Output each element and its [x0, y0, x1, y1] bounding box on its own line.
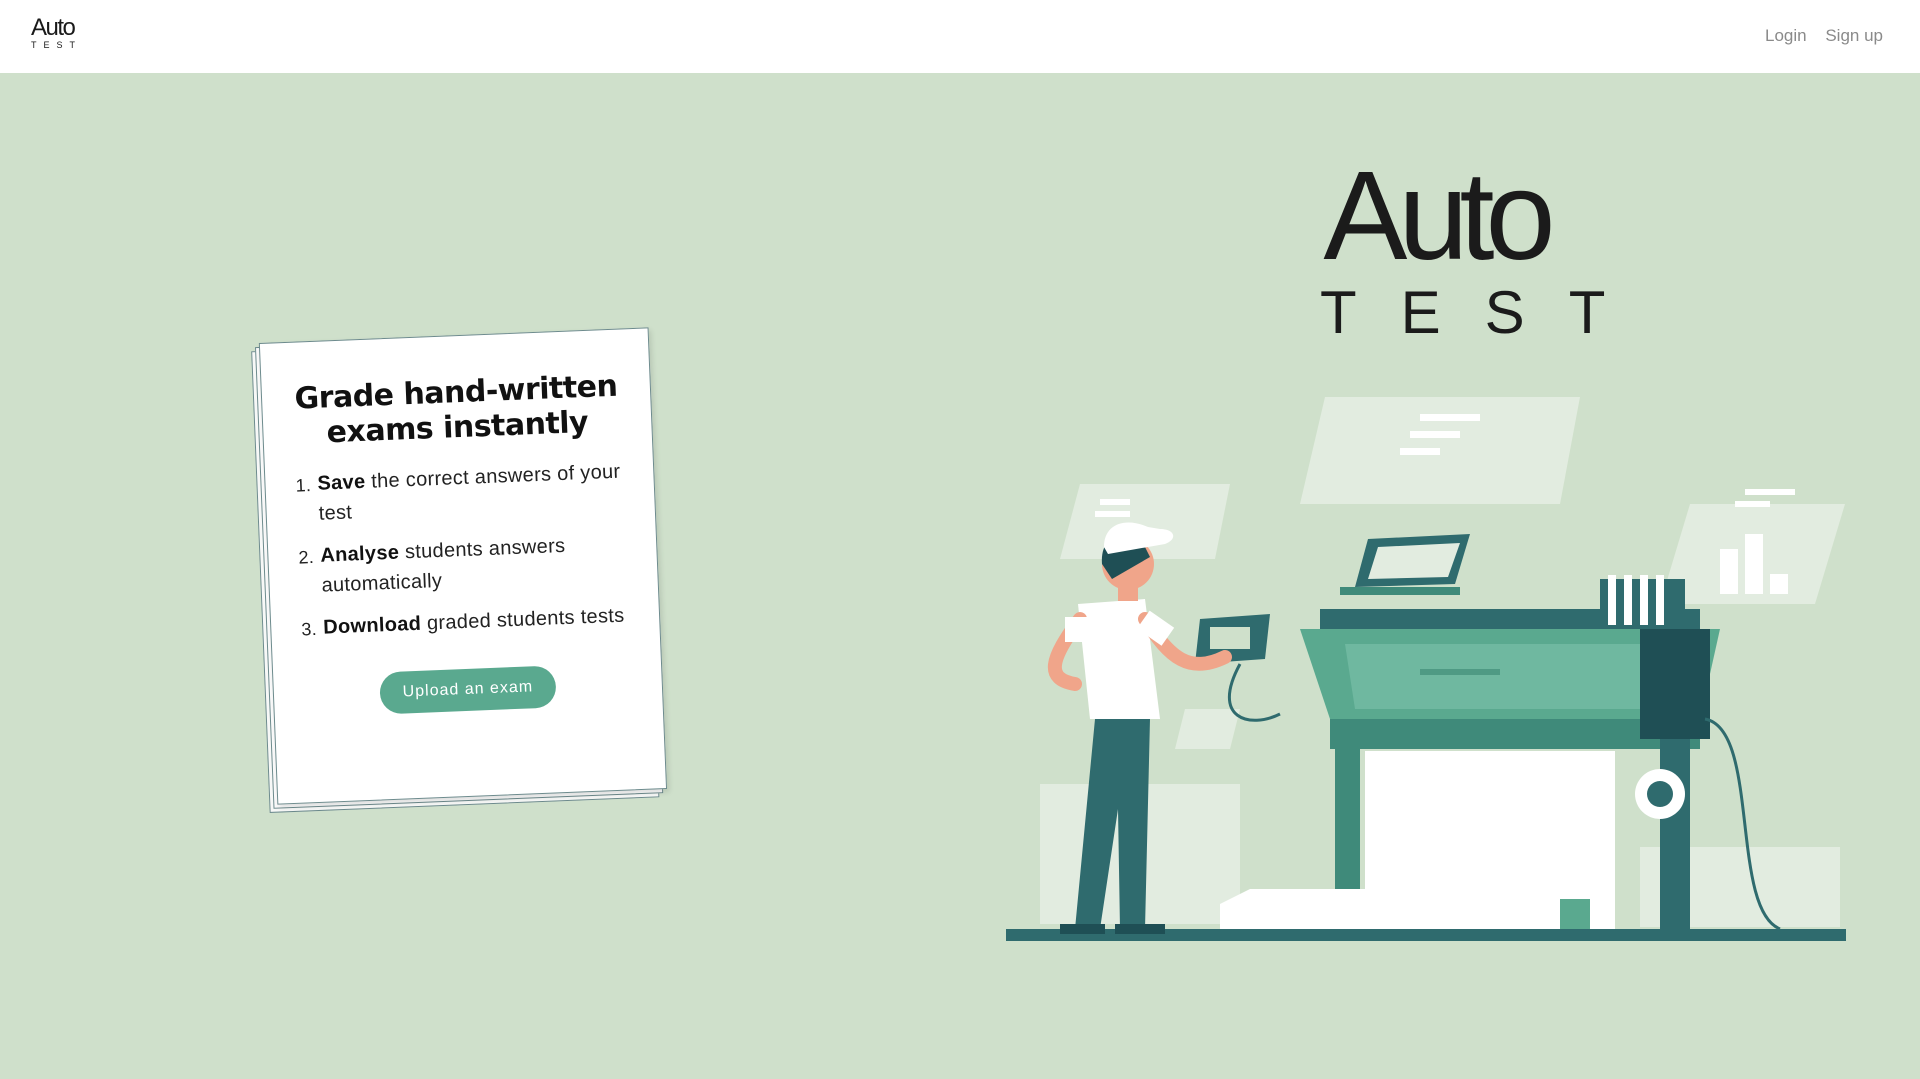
exam-card-stack: Grade hand-written exams instantly 1. Sa…	[251, 327, 668, 813]
step-description: graded students tests	[420, 604, 625, 635]
step-number: 2.	[298, 546, 315, 568]
upload-exam-button[interactable]: Upload an exam	[379, 665, 557, 715]
step-item-analyse: 2. Analyse students answers automaticall…	[298, 528, 628, 601]
step-item-save: 1. Save the correct answers of your test	[295, 457, 625, 530]
auth-nav: Login Sign up	[1751, 26, 1883, 46]
hero-logo-auto: Auto	[1323, 145, 1555, 286]
exam-card: Grade hand-written exams instantly 1. Sa…	[258, 327, 668, 805]
step-keyword: Download	[322, 612, 422, 639]
step-text: Download graded students tests	[323, 601, 625, 643]
step-keyword: Save	[317, 470, 366, 495]
printer-operator-illustration	[1006, 397, 1846, 941]
brand-logo-test: TEST	[31, 40, 83, 50]
login-link[interactable]: Login	[1765, 26, 1807, 45]
brand-logo[interactable]: Auto TEST	[31, 16, 82, 50]
brand-logo-auto: Auto	[31, 14, 76, 41]
steps-list: 1. Save the correct answers of your test…	[295, 457, 630, 644]
step-text: Save the correct answers of your test	[317, 457, 625, 529]
signup-link[interactable]: Sign up	[1825, 26, 1883, 45]
hero-logo-test: TEST	[1320, 279, 1650, 346]
hero-logo: Auto TEST	[1290, 145, 1650, 346]
hero-section: Grade hand-written exams instantly 1. Sa…	[0, 73, 1920, 1079]
top-navigation-bar: Auto TEST Login Sign up	[0, 0, 1920, 73]
step-keyword: Analyse	[319, 541, 400, 567]
step-text: Analyse students answers automatically	[320, 528, 628, 600]
step-number: 3.	[300, 618, 318, 640]
step-item-download: 3. Download graded students tests	[301, 600, 630, 643]
step-number: 1.	[295, 475, 312, 496]
card-title: Grade hand-written exams instantly	[293, 368, 619, 450]
